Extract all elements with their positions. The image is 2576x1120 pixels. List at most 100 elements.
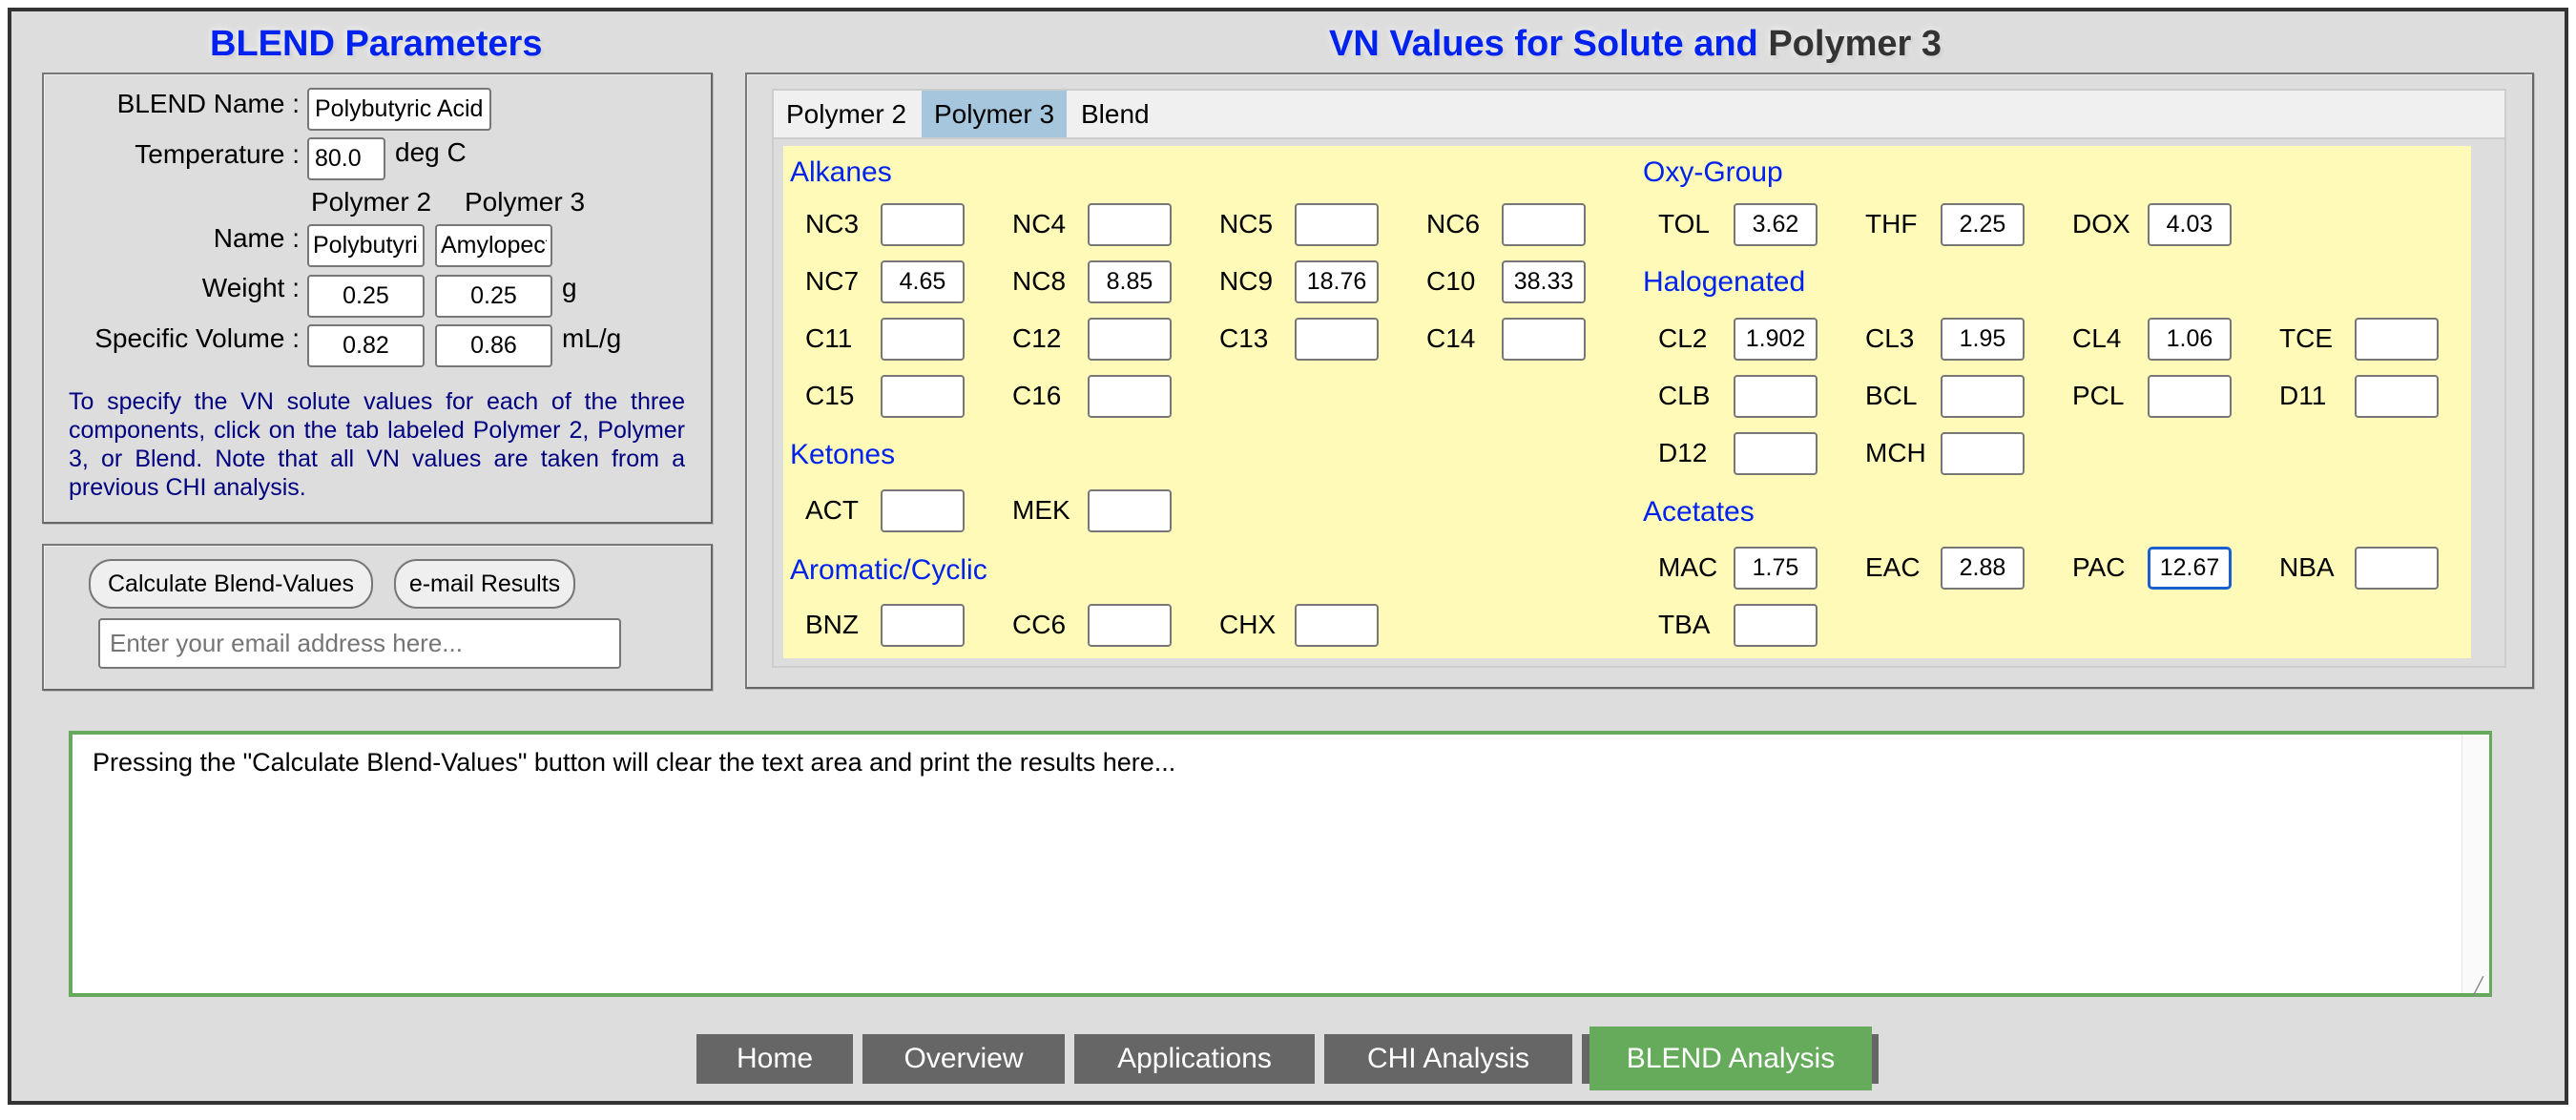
vn-input-nc5[interactable] — [1295, 203, 1379, 246]
weight-unit: g — [562, 273, 577, 302]
vn-input-c10[interactable] — [1502, 260, 1586, 303]
vn-input-chx[interactable] — [1295, 604, 1379, 647]
vn-input-tba[interactable] — [1734, 604, 1818, 647]
vn-input-nc7[interactable] — [881, 260, 965, 303]
vn-input-mac[interactable] — [1734, 547, 1818, 590]
vn-label-d12: D12 — [1658, 438, 1708, 467]
vn-label-eac: EAC — [1865, 552, 1921, 582]
vn-input-c11[interactable] — [881, 318, 965, 361]
vn-input-nc6[interactable] — [1502, 203, 1586, 246]
polymer2-weight-input[interactable] — [307, 275, 425, 318]
results-scrollbar[interactable] — [2462, 735, 2489, 993]
vn-input-nc8[interactable] — [1088, 260, 1172, 303]
vn-input-nc3[interactable] — [881, 203, 965, 246]
vn-label-cl3: CL3 — [1865, 323, 1915, 353]
instructions-text: To specify the VN solute values for each… — [69, 388, 685, 501]
polymer3-weight-input[interactable] — [435, 275, 552, 318]
vn-values-title-polymer: Polymer 3 — [1768, 24, 1942, 64]
nav-blend-analysis[interactable]: BLEND Analysis — [1589, 1027, 1872, 1090]
vn-input-cc6[interactable] — [1088, 604, 1172, 647]
vn-label-c14: C14 — [1426, 323, 1476, 353]
weight-label: Weight : — [201, 273, 300, 302]
vn-input-c14[interactable] — [1502, 318, 1586, 361]
vn-input-c15[interactable] — [881, 375, 965, 418]
name-label: Name : — [213, 223, 300, 253]
vn-label-tol: TOL — [1658, 209, 1710, 239]
vn-label-tba: TBA — [1658, 610, 1711, 639]
vn-label-tce: TCE — [2279, 323, 2333, 353]
vn-label-nc5: NC5 — [1219, 209, 1274, 239]
vn-input-pac[interactable] — [2148, 547, 2232, 590]
vn-input-dox[interactable] — [2148, 203, 2232, 246]
blend-name-input[interactable] — [307, 88, 491, 131]
vn-input-bcl[interactable] — [1941, 375, 2025, 418]
tab-strip: Polymer 2 Polymer 3 Blend — [772, 89, 2506, 139]
calculate-blend-values-button[interactable]: Calculate Blend-Values — [89, 559, 373, 609]
vn-label-c11: C11 — [805, 323, 853, 353]
polymer3-name-input[interactable] — [435, 224, 552, 267]
vn-label-nc7: NC7 — [805, 266, 860, 296]
vn-label-clb: CLB — [1658, 381, 1711, 410]
vn-label-pcl: PCL — [2072, 381, 2125, 410]
vn-input-tce[interactable] — [2355, 318, 2439, 361]
tab-polymer-2[interactable]: Polymer 2 — [774, 91, 919, 137]
vn-input-thf[interactable] — [1941, 203, 2025, 246]
vn-label-pac: PAC — [2072, 552, 2126, 582]
vn-input-cl3[interactable] — [1941, 318, 2025, 361]
tab-polymer-3[interactable]: Polymer 3 — [922, 91, 1068, 137]
vn-label-c15: C15 — [805, 381, 855, 410]
results-textarea[interactable]: Pressing the "Calculate Blend-Values" bu… — [69, 731, 2492, 997]
vn-input-cl4[interactable] — [2148, 318, 2232, 361]
vn-label-nc6: NC6 — [1426, 209, 1481, 239]
temperature-label: Temperature : — [135, 139, 300, 169]
vn-input-mek[interactable] — [1088, 489, 1172, 532]
email-results-button[interactable]: e-mail Results — [394, 559, 575, 609]
nav-overview[interactable]: Overview — [862, 1034, 1065, 1084]
vn-label-nc3: NC3 — [805, 209, 860, 239]
specific-volume-unit: mL/g — [562, 323, 622, 353]
nav-applications[interactable]: Applications — [1074, 1034, 1315, 1084]
group-heading-acetates: Acetates — [1643, 496, 1755, 528]
vn-input-eac[interactable] — [1941, 547, 2025, 590]
nav-home[interactable]: Home — [696, 1034, 853, 1084]
vn-input-bnz[interactable] — [881, 604, 965, 647]
polymer2-name-input[interactable] — [307, 224, 425, 267]
vn-input-act[interactable] — [881, 489, 965, 532]
vn-values-title: VN Values for Solute and Polymer 3 — [1329, 23, 1942, 65]
vn-input-tol[interactable] — [1734, 203, 1818, 246]
polymer2-specific-volume-input[interactable] — [307, 324, 425, 367]
vn-label-bnz: BNZ — [805, 610, 859, 639]
vn-input-nc9[interactable] — [1295, 260, 1379, 303]
group-heading-halogenated: Halogenated — [1643, 266, 1806, 298]
vn-input-d12[interactable] — [1734, 432, 1818, 475]
vn-label-nc8: NC8 — [1012, 266, 1067, 296]
polymer3-header: Polymer 3 — [465, 187, 586, 217]
vn-input-clb[interactable] — [1734, 375, 1818, 418]
nav-chi-analysis[interactable]: CHI Analysis — [1324, 1034, 1572, 1084]
vn-label-act: ACT — [805, 495, 859, 525]
vn-label-c10: C10 — [1426, 266, 1476, 296]
specific-volume-label: Specific Volume : — [94, 323, 300, 353]
vn-input-cl2[interactable] — [1734, 318, 1818, 361]
vn-label-nba: NBA — [2279, 552, 2335, 582]
vn-input-c16[interactable] — [1088, 375, 1172, 418]
tab-blend[interactable]: Blend — [1069, 91, 1162, 137]
vn-input-pcl[interactable] — [2148, 375, 2232, 418]
group-heading-alkanes: Alkanes — [790, 156, 892, 188]
email-input[interactable] — [98, 618, 621, 669]
vn-input-mch[interactable] — [1941, 432, 2025, 475]
vn-label-d11: D11 — [2279, 381, 2327, 410]
vn-values-title-main: VN Values for Solute and — [1329, 24, 1758, 64]
polymer3-specific-volume-input[interactable] — [435, 324, 552, 367]
resize-grip-icon[interactable]: ╱ — [2473, 977, 2483, 997]
group-heading-oxy: Oxy-Group — [1643, 156, 1783, 188]
vn-input-c12[interactable] — [1088, 318, 1172, 361]
vn-label-cc6: CC6 — [1012, 610, 1067, 639]
temperature-input[interactable] — [307, 137, 385, 180]
vn-input-nc4[interactable] — [1088, 203, 1172, 246]
blend-name-label: BLEND Name : — [116, 89, 300, 118]
vn-input-nba[interactable] — [2355, 547, 2439, 590]
vn-input-d11[interactable] — [2355, 375, 2439, 418]
group-heading-ketones: Ketones — [790, 439, 896, 470]
vn-input-c13[interactable] — [1295, 318, 1379, 361]
